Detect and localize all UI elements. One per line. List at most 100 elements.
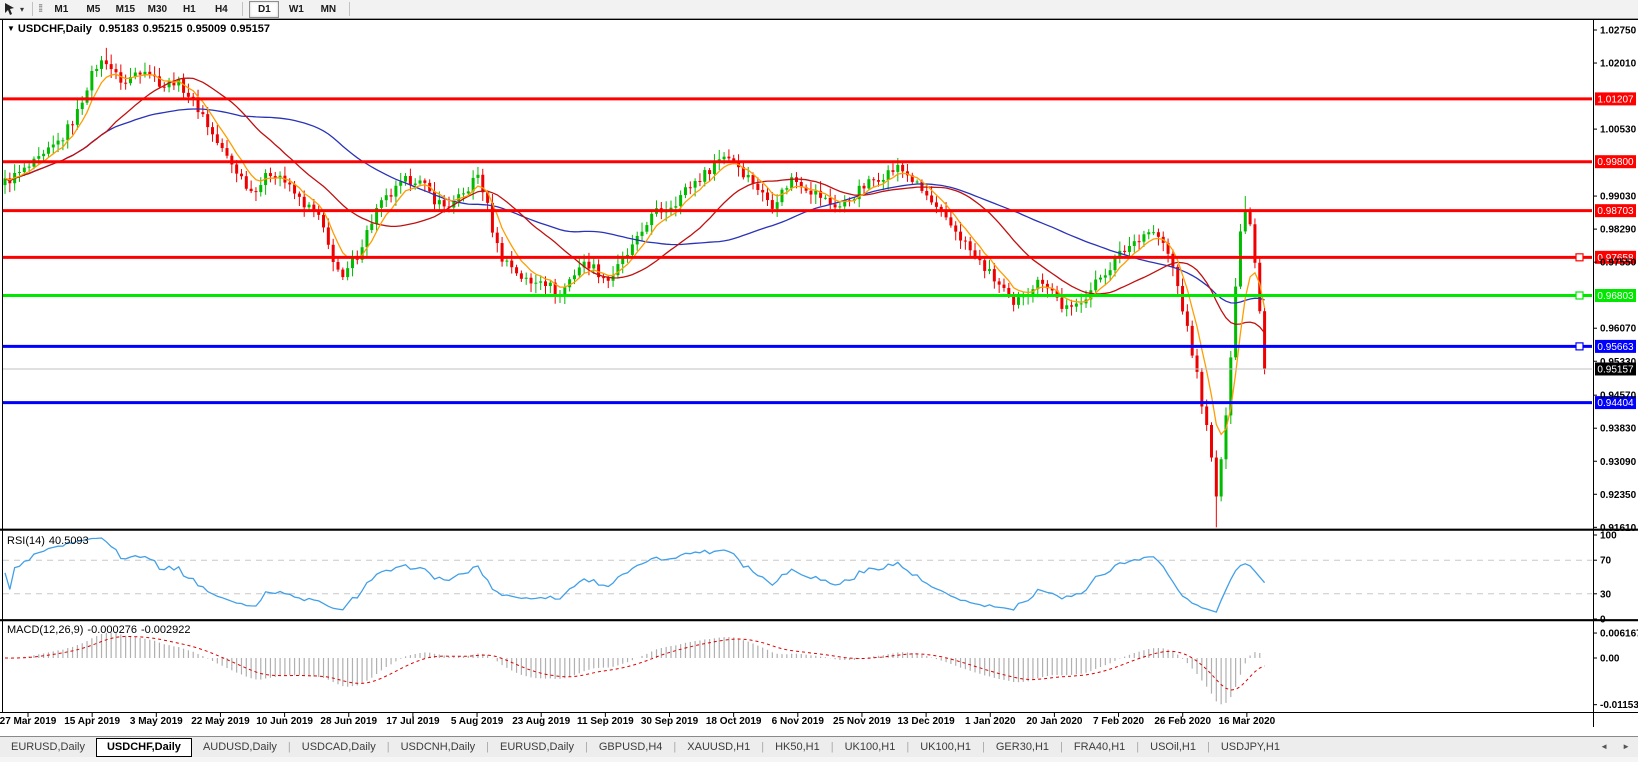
- candle-body: [27, 166, 31, 168]
- candle-body: [563, 287, 567, 295]
- chart-tab-usdcad-daily[interactable]: USDCAD,Daily: [291, 739, 387, 756]
- candle-body: [780, 189, 784, 203]
- candle-body: [577, 267, 581, 276]
- candle-body: [1079, 303, 1083, 305]
- candle-body: [42, 153, 46, 157]
- chart-tab-hk50-h1[interactable]: HK50,H1: [764, 739, 831, 756]
- timeframe-button-w1[interactable]: W1: [281, 1, 311, 18]
- date-tick-label: 5 Aug 2019: [451, 716, 504, 727]
- candle-body: [519, 273, 523, 279]
- line-handle[interactable]: [1575, 342, 1584, 351]
- timeframe-toolbar: ▾ ⁞⁞ M1 M5 M15 M30 H1 H4 D1 W1 MN: [0, 0, 1638, 19]
- timeframe-button-m5[interactable]: M5: [78, 1, 108, 18]
- candle-body: [775, 202, 779, 209]
- candle-body: [766, 192, 770, 201]
- chart-title: ▼ USDCHF,Daily 0.95183 0.95215 0.95009 0.951…: [7, 23, 274, 35]
- chevron-down-icon[interactable]: ▾: [20, 5, 24, 14]
- candle-body: [674, 206, 678, 208]
- chart-tab-uk100-h1[interactable]: UK100,H1: [909, 739, 982, 756]
- candle-body: [1185, 311, 1189, 326]
- tab-scroll-left-icon[interactable]: ◄: [1600, 742, 1608, 751]
- candle-body: [114, 69, 118, 73]
- candle-body: [143, 71, 147, 75]
- timeframe-button-h1[interactable]: H1: [174, 1, 204, 18]
- candle-body: [722, 156, 726, 160]
- candle-body: [756, 183, 760, 190]
- date-tick-label: 1 Jan 2020: [965, 716, 1016, 727]
- price-tick-label: 0.97550: [1600, 258, 1637, 269]
- timeframe-button-m15[interactable]: M15: [110, 1, 140, 18]
- chart-cursor-icon[interactable]: [3, 2, 19, 16]
- candle-body: [983, 260, 987, 271]
- chart-tab-uk100-h1[interactable]: UK100,H1: [834, 739, 907, 756]
- chart-tab-xauusd-h1[interactable]: XAUUSD,H1: [676, 739, 761, 756]
- timeframe-button-m30[interactable]: M30: [142, 1, 172, 18]
- price-tick-label: 1.02750: [1600, 26, 1637, 37]
- chart-tab-ger30-h1[interactable]: GER30,H1: [985, 739, 1060, 756]
- candle-body: [322, 214, 326, 228]
- candle-body: [1065, 305, 1069, 309]
- candle-body: [268, 173, 272, 177]
- chart-tab-usdjpy-h1[interactable]: USDJPY,H1: [1210, 739, 1291, 756]
- candle-body: [80, 102, 84, 110]
- candle-body: [1142, 234, 1146, 242]
- candle-body: [727, 156, 731, 159]
- price-tick-label: 0.95330: [1600, 357, 1637, 368]
- candle-body: [688, 187, 692, 189]
- candle-body: [1205, 406, 1209, 425]
- candle-body: [211, 127, 215, 135]
- candle-body: [215, 134, 219, 144]
- candle-body: [510, 260, 514, 268]
- chart-tab-audusd-daily[interactable]: AUDUSD,Daily: [192, 739, 288, 756]
- timeframe-button-d1[interactable]: D1: [249, 0, 280, 18]
- candle-body: [770, 200, 774, 209]
- candle-body: [297, 193, 301, 197]
- candle-body: [408, 176, 412, 186]
- date-tick-label: 15 Apr 2019: [64, 716, 120, 727]
- date-tick-label: 17 Jul 2019: [386, 716, 440, 727]
- candle-body: [1132, 241, 1136, 246]
- candle-body: [1219, 459, 1223, 497]
- chart-tab-fra40-h1[interactable]: FRA40,H1: [1063, 739, 1136, 756]
- date-tick-label: 27 Mar 2019: [0, 716, 57, 727]
- candle-body: [1016, 297, 1020, 305]
- chart-tab-gbpusd-h4[interactable]: GBPUSD,H4: [588, 739, 674, 756]
- date-tick-label: 23 Aug 2019: [512, 716, 570, 727]
- date-tick-label: 7 Feb 2020: [1093, 716, 1145, 727]
- timeframe-button-mn[interactable]: MN: [313, 1, 343, 18]
- candle-body: [302, 196, 306, 208]
- rsi-tick-label: 30: [1600, 589, 1612, 600]
- candle-body: [640, 231, 644, 236]
- candle-body: [307, 204, 311, 208]
- candle-body: [61, 140, 65, 142]
- price-tick-label: 1.02010: [1600, 59, 1637, 70]
- candle-body: [703, 170, 707, 182]
- chart-tab-eurusd-daily[interactable]: EURUSD,Daily: [0, 739, 96, 756]
- timeframe-button-h4[interactable]: H4: [206, 1, 236, 18]
- tab-scroll-right-icon[interactable]: ►: [1622, 742, 1630, 751]
- candle-body: [124, 82, 128, 84]
- chart-tab-usdchf-daily[interactable]: USDCHF,Daily: [95, 737, 192, 757]
- candle-body: [1263, 311, 1267, 369]
- candle-body: [1007, 287, 1011, 295]
- chart-tab-eurusd-daily[interactable]: EURUSD,Daily: [489, 739, 585, 756]
- rsi-name: RSI(14): [7, 535, 45, 547]
- candle-body: [886, 170, 890, 180]
- price-tick-label: 1.00530: [1600, 125, 1637, 136]
- candle-body: [442, 200, 446, 207]
- chart-tab-usdcnh-daily[interactable]: USDCNH,Daily: [390, 739, 487, 756]
- candle-body: [698, 181, 702, 183]
- chart-tab-usoil-h1[interactable]: USOil,H1: [1139, 739, 1207, 756]
- candle-body: [1123, 250, 1127, 252]
- candle-body: [90, 70, 94, 91]
- candle-body: [384, 195, 388, 201]
- candle-body: [365, 230, 369, 248]
- candle-body: [104, 60, 108, 65]
- timeframe-button-m1[interactable]: M1: [46, 1, 76, 18]
- toolbar-grip[interactable]: ⁞⁞: [38, 3, 44, 15]
- close-value: 0.95157: [230, 23, 271, 35]
- collapse-icon[interactable]: ▼: [7, 24, 15, 33]
- line-handle[interactable]: [1575, 291, 1584, 300]
- line-handle[interactable]: [1575, 253, 1584, 262]
- candle-body: [206, 114, 210, 128]
